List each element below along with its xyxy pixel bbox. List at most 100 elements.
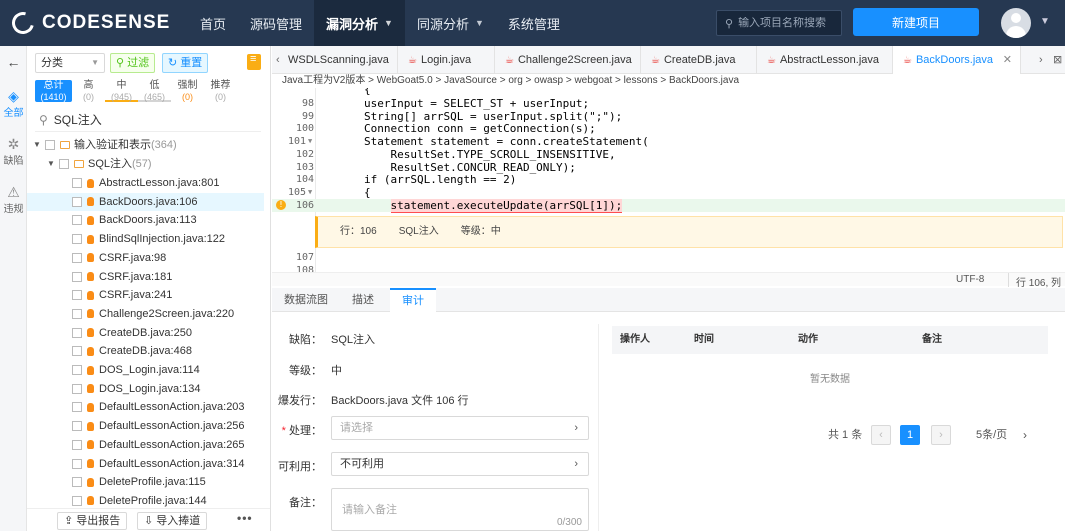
back-arrow-icon[interactable]: ← bbox=[0, 54, 27, 70]
page-1-button[interactable]: 1 bbox=[900, 425, 920, 445]
severity-low[interactable]: 低 (465) bbox=[138, 80, 171, 102]
tree-leaf-label: CreateDB.java:468 bbox=[99, 345, 192, 358]
tree-checkbox[interactable] bbox=[72, 421, 82, 432]
next-page-button[interactable]: › bbox=[931, 425, 951, 445]
tree-checkbox[interactable] bbox=[59, 159, 69, 169]
project-search[interactable]: ⚲ bbox=[716, 10, 842, 36]
tree-search-input[interactable] bbox=[53, 112, 234, 127]
nav-vuln-analysis[interactable]: 漏洞分析 ▼ bbox=[314, 0, 405, 46]
defect-icon bbox=[87, 402, 94, 412]
chevron-right-icon[interactable]: › bbox=[1039, 46, 1043, 74]
chevron-right-icon[interactable]: › bbox=[1023, 425, 1027, 445]
severity-mandatory[interactable]: 强制 (0) bbox=[171, 80, 204, 103]
note-textarea[interactable]: 请输入备注 0/300 bbox=[331, 488, 589, 531]
tree-checkbox[interactable] bbox=[45, 140, 55, 150]
tree-checkbox[interactable] bbox=[72, 495, 82, 506]
severity-total[interactable]: 总计 (1410) bbox=[35, 80, 72, 102]
tree-group[interactable]: ▼ SQL注入 (57) bbox=[47, 155, 152, 173]
tree-checkbox[interactable] bbox=[72, 196, 82, 207]
tree-leaf[interactable]: DOS_Login.java:114 bbox=[27, 361, 264, 379]
caret-down-icon[interactable]: ▼ bbox=[33, 136, 43, 154]
tree-leaf[interactable]: Challenge2Screen.java:220 bbox=[27, 305, 264, 323]
tree-checkbox[interactable] bbox=[72, 383, 82, 394]
tree-leaf[interactable]: AbstractLesson.java:801 bbox=[27, 174, 264, 192]
avatar[interactable] bbox=[1001, 8, 1031, 38]
more-icon[interactable]: ••• bbox=[237, 511, 253, 525]
tree-checkbox[interactable] bbox=[72, 308, 82, 319]
close-all-icon[interactable]: ⊠ bbox=[1053, 46, 1062, 74]
tree-leaf[interactable]: DefaultLessonAction.java:314 bbox=[27, 455, 264, 473]
tree-leaf[interactable]: CSRF.java:181 bbox=[27, 268, 264, 286]
nav-homology[interactable]: 同源分析 ▼ bbox=[405, 0, 496, 46]
reset-button[interactable]: ↻ 重置 bbox=[162, 53, 209, 73]
rail-defect[interactable]: ✲ 缺陷 bbox=[0, 136, 27, 167]
tab-dataflow[interactable]: 数据流图 bbox=[272, 288, 340, 312]
close-icon[interactable]: ✕ bbox=[1003, 46, 1012, 74]
tree-checkbox[interactable] bbox=[72, 458, 82, 469]
tree-checkbox[interactable] bbox=[72, 477, 82, 488]
tree-checkbox[interactable] bbox=[72, 439, 82, 450]
tree-root[interactable]: ▼ 输入验证和表示 (364) bbox=[33, 136, 177, 154]
chevron-down-icon[interactable]: ▼ bbox=[1040, 16, 1050, 27]
import-button[interactable]: ⇩ 导入捧道 bbox=[137, 512, 208, 530]
prev-page-button[interactable]: ‹ bbox=[871, 425, 891, 445]
tree-leaf[interactable]: DefaultLessonAction.java:256 bbox=[27, 417, 264, 435]
tree-leaf[interactable]: DefaultLessonAction.java:265 bbox=[27, 436, 264, 454]
tree-checkbox[interactable] bbox=[72, 290, 82, 301]
severity-high[interactable]: 高 (0) bbox=[72, 80, 105, 103]
fold-icon[interactable]: ▼ bbox=[308, 135, 312, 148]
rail-violation[interactable]: ⚠ 违规 bbox=[0, 184, 27, 215]
tree-leaf[interactable]: DOS_Login.java:134 bbox=[27, 380, 264, 398]
caret-down-icon[interactable]: ▼ bbox=[47, 155, 57, 173]
tab-description[interactable]: 描述 bbox=[340, 288, 386, 312]
tab-challenge2screen[interactable]: ☕ Challenge2Screen.java bbox=[495, 46, 641, 74]
handle-select[interactable]: 请选择 › bbox=[331, 416, 589, 440]
severity-medium[interactable]: 中 (945) bbox=[105, 80, 138, 102]
tree-leaf[interactable]: CreateDB.java:250 bbox=[27, 324, 264, 342]
tree-checkbox[interactable] bbox=[72, 234, 82, 245]
tree-leaf[interactable]: DefaultLessonAction.java:203 bbox=[27, 398, 264, 416]
logo[interactable]: CODESENSE bbox=[7, 7, 170, 39]
project-search-input[interactable] bbox=[738, 17, 839, 29]
tree-checkbox[interactable] bbox=[72, 365, 82, 375]
usable-select[interactable]: 不可利用 › bbox=[331, 452, 589, 476]
tree-checkbox[interactable] bbox=[72, 346, 82, 357]
tree-checkbox[interactable] bbox=[72, 271, 82, 282]
encoding: UTF-8 bbox=[956, 274, 985, 285]
severity-recommended[interactable]: 推荐 (0) bbox=[204, 80, 237, 103]
tree-leaf[interactable]: CreateDB.java:468 bbox=[27, 342, 264, 360]
fold-icon[interactable]: ▼ bbox=[308, 186, 312, 199]
tree-leaf[interactable]: BackDoors.java:106 bbox=[27, 192, 264, 211]
tab-abstractlesson[interactable]: ☕ AbstractLesson.java bbox=[757, 46, 893, 74]
tab-login[interactable]: ☕ Login.java bbox=[398, 46, 495, 74]
tree-checkbox[interactable] bbox=[72, 178, 82, 188]
tree-leaf[interactable]: DeleteProfile.java:144 bbox=[27, 492, 264, 508]
tab-createdb[interactable]: ☕ CreateDB.java bbox=[641, 46, 757, 74]
flagged-code[interactable]: statement.executeUpdate(arrSQL[1]); bbox=[390, 198, 623, 213]
category-select[interactable]: 分类 ▼ bbox=[35, 53, 105, 73]
tab-label: Login.java bbox=[420, 54, 472, 66]
notes-icon[interactable] bbox=[247, 53, 261, 70]
new-project-button[interactable]: 新建项目 bbox=[853, 8, 979, 36]
tree-search[interactable]: ⚲ bbox=[35, 108, 261, 132]
status-divider bbox=[1008, 273, 1009, 287]
nav-system[interactable]: 系统管理 bbox=[496, 0, 572, 46]
nav-home[interactable]: 首页 bbox=[188, 0, 238, 46]
tree-leaf[interactable]: CSRF.java:241 bbox=[27, 286, 264, 304]
tree-leaf[interactable]: CSRF.java:98 bbox=[27, 249, 264, 267]
tree-leaf[interactable]: BackDoors.java:113 bbox=[27, 211, 264, 229]
tab-audit[interactable]: 审计 bbox=[390, 288, 436, 312]
export-report-button[interactable]: ⇪ 导出报告 bbox=[57, 512, 128, 530]
tab-backdoors[interactable]: ☕ BackDoors.java ✕ bbox=[893, 46, 1021, 74]
tree-checkbox[interactable] bbox=[72, 327, 82, 338]
tree-leaf[interactable]: DeleteProfile.java:115 bbox=[27, 473, 264, 491]
nav-source[interactable]: 源码管理 bbox=[238, 0, 314, 46]
tab-wsdlscanning[interactable]: WSDLScanning.java bbox=[278, 46, 398, 74]
filter-button[interactable]: ⚲ 过滤 bbox=[110, 53, 156, 73]
tree-checkbox[interactable] bbox=[72, 252, 82, 263]
rail-all[interactable]: ◈ 全部 bbox=[0, 88, 27, 119]
tree-checkbox[interactable] bbox=[72, 215, 82, 226]
tree-checkbox[interactable] bbox=[72, 402, 82, 413]
tree-leaf[interactable]: BlindSqlInjection.java:122 bbox=[27, 230, 264, 248]
page-size-select[interactable]: 5条/页 bbox=[976, 425, 1007, 445]
